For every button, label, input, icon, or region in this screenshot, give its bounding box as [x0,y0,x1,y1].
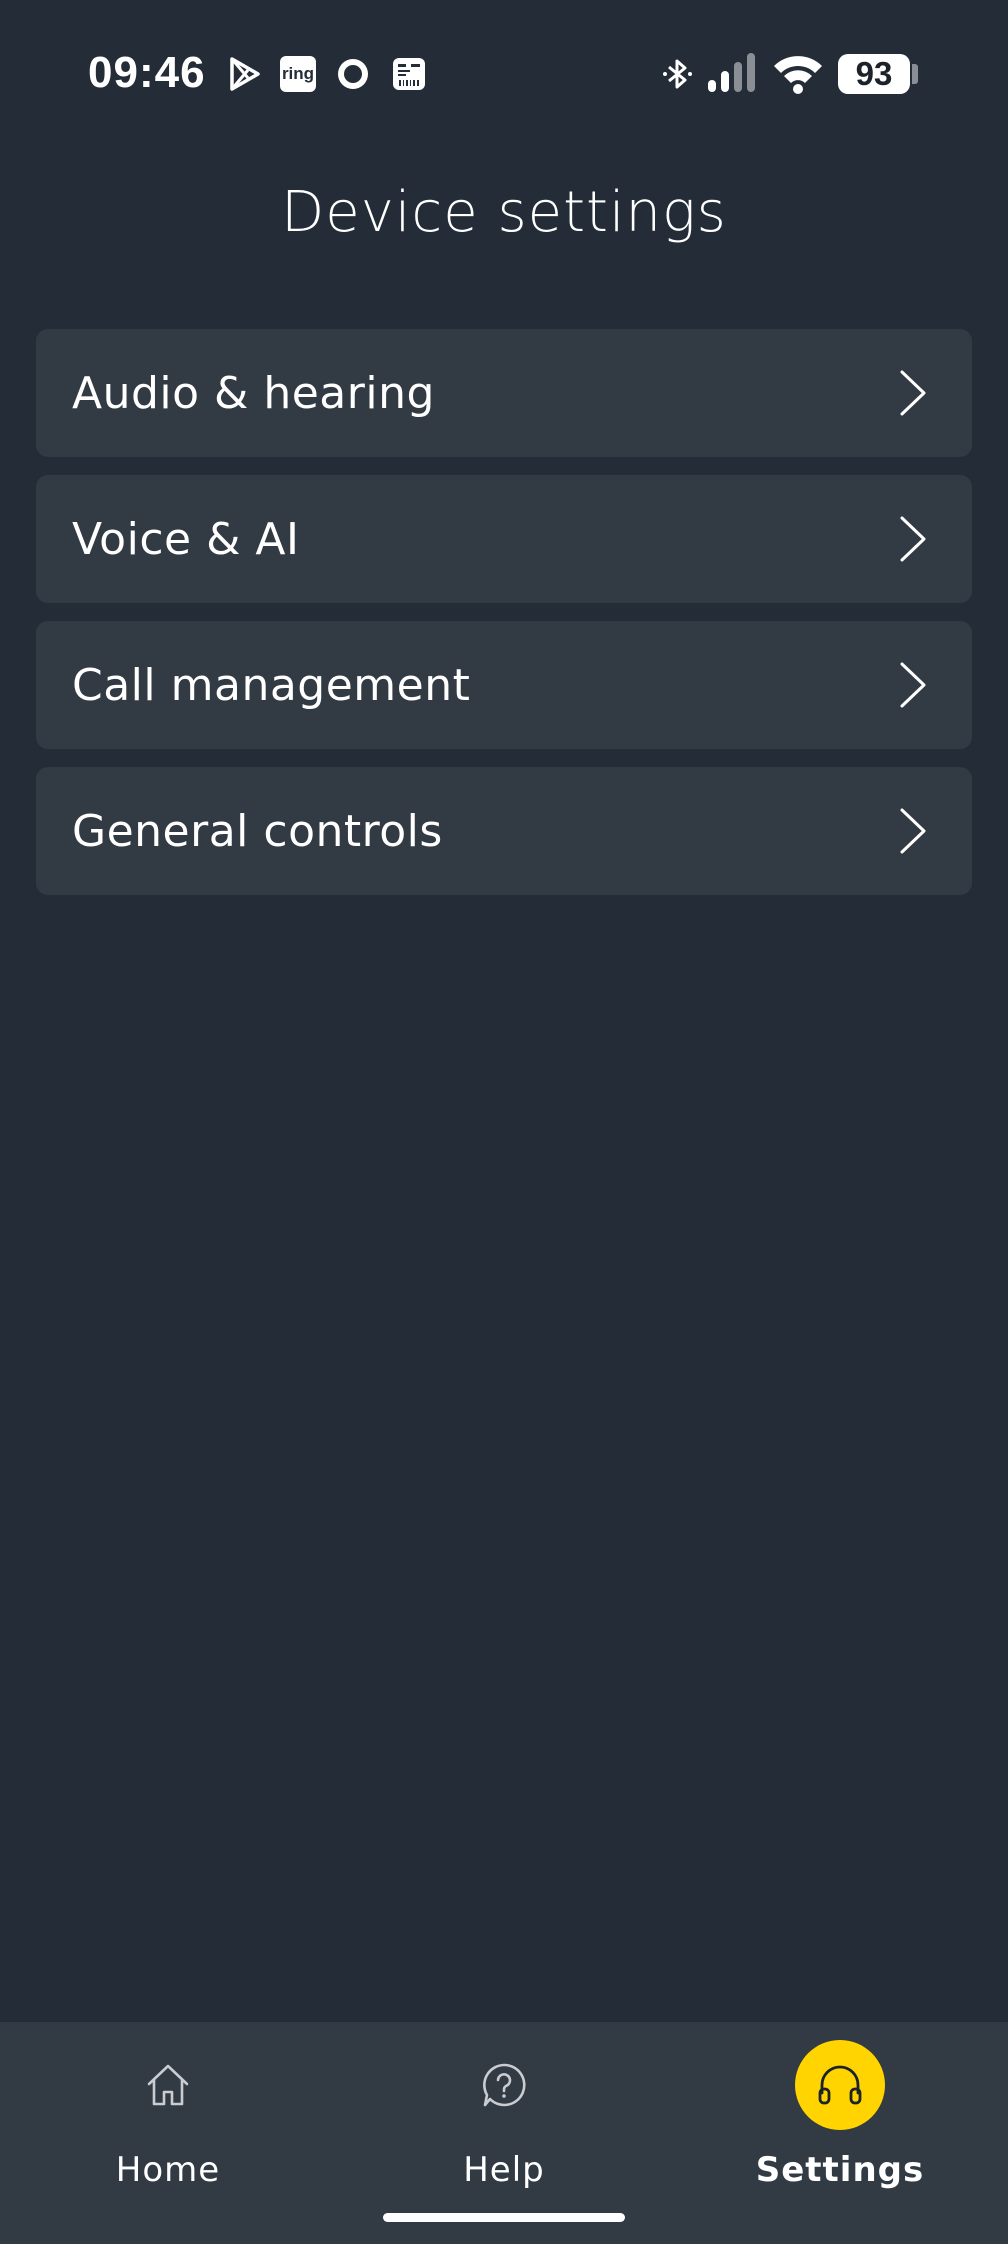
wallet-app-icon [393,58,425,90]
play-store-icon [230,57,260,91]
menu-item-label: Call management [72,659,471,711]
menu-item-general-controls[interactable]: General controls [36,767,972,895]
nav-label-home: Home [115,2150,221,2190]
bluetooth-icon [663,59,692,89]
bottom-nav: Home Help Settings [0,2022,1008,2244]
signal-icon [708,53,755,92]
nav-item-home[interactable]: Home [0,2022,336,2222]
nav-label-settings: Settings [755,2150,925,2190]
home-icon [147,2064,189,2106]
page-title: Device settings [281,180,727,245]
home-indicator[interactable] [383,2213,625,2222]
nav-icon-wrap-active [795,2040,885,2130]
chevron-right-icon [900,516,926,562]
chevron-right-icon [900,808,926,854]
ring-app-icon: ring [280,56,316,92]
headphones-icon [818,2065,862,2105]
menu-item-audio-hearing[interactable]: Audio & hearing [36,329,972,457]
circle-app-icon [338,59,368,89]
settings-menu: Audio & hearing Voice & AI Call manageme… [36,329,972,913]
nav-icon-wrap [123,2040,213,2130]
menu-item-label: General controls [72,805,443,857]
chevron-right-icon [900,662,926,708]
menu-item-voice-ai[interactable]: Voice & AI [36,475,972,603]
wifi-icon [774,56,822,94]
status-time: 09:46 [88,48,206,97]
nav-item-settings[interactable]: Settings [672,2022,1008,2222]
menu-item-label: Voice & AI [72,513,300,565]
battery-tip [912,64,918,84]
chevron-right-icon [900,370,926,416]
menu-item-call-management[interactable]: Call management [36,621,972,749]
nav-label-help: Help [463,2150,545,2190]
status-bar: 09:46 ring 93 [0,0,1008,150]
nav-item-help[interactable]: Help [336,2022,672,2222]
nav-icon-wrap [459,2040,549,2130]
menu-item-label: Audio & hearing [72,367,435,419]
battery-icon: 93 [838,54,910,94]
help-icon [483,2063,526,2107]
